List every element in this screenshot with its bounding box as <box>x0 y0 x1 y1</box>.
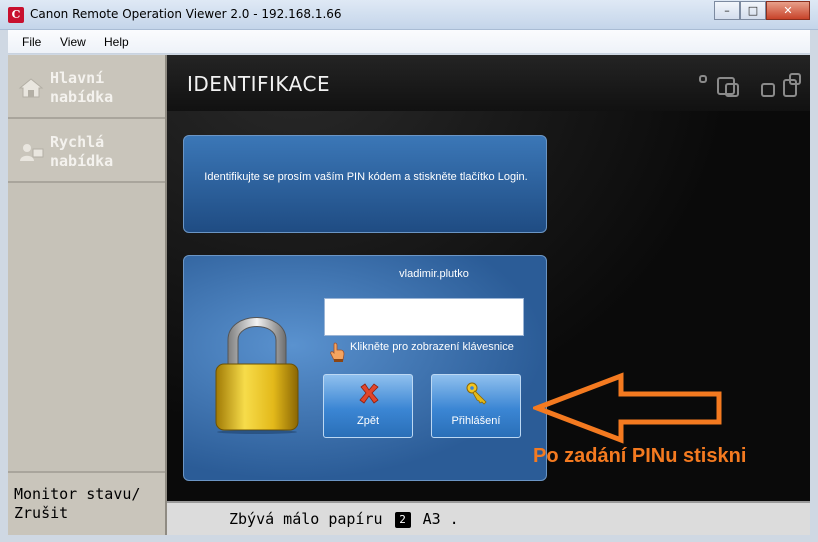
back-button-label: Zpět <box>356 415 379 427</box>
main-panel: IDENTIFIKACE Identifikujte se prosím vaš… <box>167 55 810 501</box>
home-icon <box>18 78 44 98</box>
menu-bar: File View Help <box>8 30 810 54</box>
header-icons <box>699 71 809 101</box>
menu-view[interactable]: View <box>60 35 86 49</box>
sidebar: Hlavní nabídka Rychlá nabídka Monitor st… <box>8 55 167 535</box>
window-stack-icon <box>725 83 739 97</box>
minimize-button[interactable]: – <box>714 1 740 20</box>
menu-help[interactable]: Help <box>104 35 129 49</box>
status-monitor-cancel-button[interactable]: Monitor stavu/ Zrušit <box>8 471 165 535</box>
sidebar-item-label: Hlavní nabídka <box>50 69 114 106</box>
back-button[interactable]: Zpět <box>323 374 413 438</box>
login-button-label: Přihlášení <box>451 415 501 427</box>
square-icon[interactable] <box>761 83 775 97</box>
copy-back-icon <box>789 73 801 85</box>
client-area: Hlavní nabídka Rychlá nabídka Monitor st… <box>8 55 810 535</box>
key-icon <box>466 382 487 405</box>
title-bar: C Canon Remote Operation Viewer 2.0 - 19… <box>0 0 818 30</box>
pin-input[interactable] <box>324 298 524 336</box>
username-label: vladimir.plutko <box>399 268 469 280</box>
status-message: Zbývá málo papíru 2 A3 . <box>229 510 459 528</box>
status-bar: Zbývá málo papíru 2 A3 . <box>167 501 810 535</box>
menu-file[interactable]: File <box>22 35 41 49</box>
padlock-icon <box>215 317 299 434</box>
header-bar: IDENTIFIKACE <box>167 55 810 111</box>
sidebar-item-quick-menu[interactable]: Rychlá nabídka <box>8 119 165 183</box>
window-title: Canon Remote Operation Viewer 2.0 - 192.… <box>30 7 342 21</box>
quick-menu-icon <box>20 144 44 161</box>
status-suffix: A3 . <box>422 510 459 528</box>
status-prefix: Zbývá málo papíru <box>229 510 383 528</box>
login-panel: vladimir.plutko Klikněte pro zobrazení k… <box>183 255 547 481</box>
pointing-hand-icon[interactable] <box>329 342 345 362</box>
sidebar-item-main-menu[interactable]: Hlavní nabídka <box>8 55 165 119</box>
tray-number-badge: 2 <box>394 512 411 528</box>
show-keyboard-link[interactable]: Klikněte pro zobrazení klávesnice <box>350 341 530 353</box>
canon-app-icon: C <box>8 7 24 23</box>
instruction-text: Identifikujte se prosím vaším PIN kódem … <box>204 171 528 183</box>
instruction-panel: Identifikujte se prosím vaším PIN kódem … <box>183 135 547 233</box>
orange-arrow-annotation <box>533 372 722 444</box>
maximize-button[interactable]: □ <box>740 1 766 20</box>
login-button[interactable]: Přihlášení <box>431 374 521 438</box>
page-title: IDENTIFIKACE <box>187 72 331 96</box>
close-button[interactable]: ✕ <box>766 1 810 20</box>
small-square-icon <box>699 75 707 83</box>
status-monitor-label: Monitor stavu/ Zrušit <box>14 485 141 522</box>
close-x-icon <box>359 383 379 404</box>
annotation-text: Po zadání PINu stiskni <box>533 445 747 467</box>
sidebar-item-label: Rychlá nabídka <box>50 133 114 170</box>
